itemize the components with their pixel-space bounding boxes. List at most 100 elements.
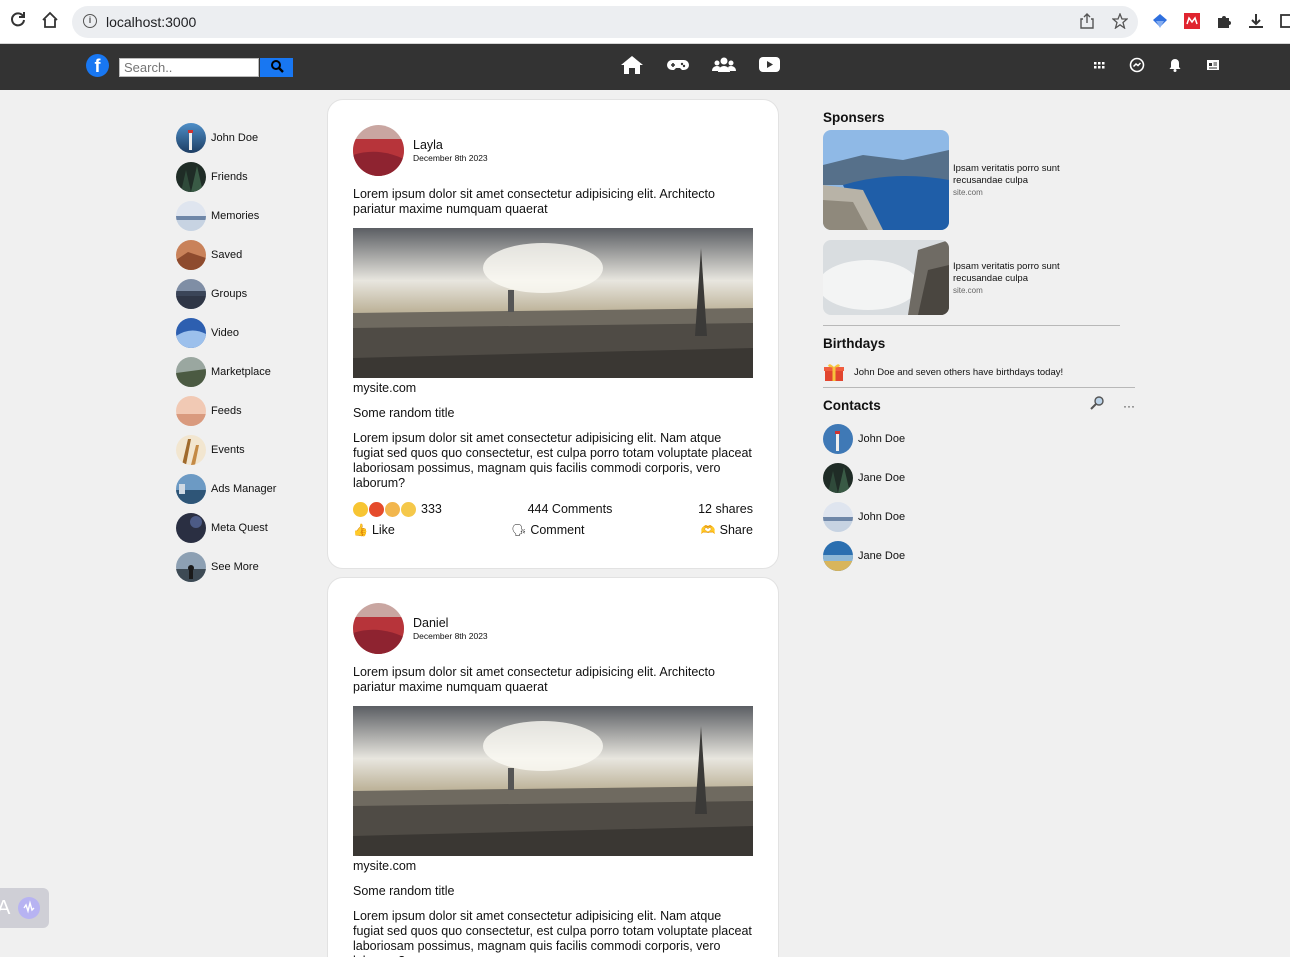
share-label: Share (719, 523, 753, 537)
post-card: Layla December 8th 2023 Lorem ipsum dolo… (327, 99, 779, 569)
top-navbar: f (0, 44, 1290, 90)
bookmark-star-icon[interactable] (1111, 12, 1129, 33)
browser-toolbar: i localhost:3000 (0, 0, 1290, 44)
floating-widget[interactable]: A (0, 888, 49, 928)
post-actions: 👍 Like 🗣 Comment 🫶 Share (353, 523, 753, 537)
friends-image (176, 161, 206, 192)
link-title[interactable]: Some random title (353, 406, 753, 420)
sponsor-site: site.com (953, 188, 983, 197)
events-image (176, 434, 206, 465)
shocked-emoji-icon (385, 501, 400, 517)
like-button[interactable]: 👍 Like (353, 523, 395, 537)
contact-item[interactable]: Jane Doe (823, 536, 1135, 575)
home-nav-icon[interactable] (620, 54, 646, 78)
search-button[interactable] (260, 58, 293, 77)
reload-icon[interactable] (8, 11, 28, 31)
contact-name: John Doe (858, 432, 906, 445)
contact-avatar (823, 501, 853, 532)
sidebar-item-memories[interactable]: Memories (176, 196, 316, 235)
sidebar-item-video[interactable]: Video (176, 313, 316, 352)
sidebar-item-events[interactable]: Events (176, 430, 316, 469)
menu-grid-icon[interactable] (1091, 57, 1109, 75)
site-info-icon[interactable]: i (83, 14, 97, 28)
contact-name: Jane Doe (858, 471, 906, 484)
home-icon[interactable] (40, 11, 60, 31)
sidebar-item-saved[interactable]: Saved (176, 235, 316, 274)
share-count[interactable]: 12 shares (698, 502, 753, 516)
saved-image (176, 239, 206, 270)
post-card: Daniel December 8th 2023 Lorem ipsum dol… (327, 577, 779, 957)
author-name[interactable]: Layla (413, 138, 488, 152)
sidepanel-icon[interactable] (1279, 12, 1290, 30)
birthday-row[interactable]: John Doe and seven others have birthdays… (823, 362, 1135, 382)
contact-item[interactable]: John Doe (823, 497, 1135, 536)
sidebar-item-ads-manager[interactable]: Ads Manager (176, 469, 316, 508)
contacts-title: Contacts (823, 398, 881, 413)
sponsor-item[interactable]: Ipsam veritatis porro sunt recusandae cu… (823, 240, 1135, 315)
marketplace-image (176, 356, 206, 387)
search-contacts-icon[interactable] (1089, 395, 1105, 416)
memories-image (176, 200, 206, 231)
sidebar-item-label: Marketplace (211, 365, 271, 378)
author-avatar[interactable] (353, 602, 404, 654)
messenger-icon[interactable] (1129, 57, 1147, 75)
post-header: Layla December 8th 2023 (353, 124, 753, 176)
extension-shield-icon[interactable] (1151, 12, 1169, 30)
account-card-icon[interactable] (1205, 57, 1223, 75)
share-button[interactable]: 🫶 Share (701, 523, 753, 537)
link-site[interactable]: mysite.com (353, 859, 753, 873)
post-image[interactable] (353, 228, 753, 378)
share-page-icon[interactable] (1080, 13, 1094, 33)
metaquest-image (176, 512, 206, 543)
gaming-nav-icon[interactable] (666, 54, 692, 78)
groups-nav-icon[interactable] (712, 54, 738, 78)
sidebar-item-label: See More (211, 560, 259, 573)
author-name[interactable]: Daniel (413, 616, 488, 630)
extension-red-icon[interactable] (1183, 12, 1201, 30)
sidebar-item-profile[interactable]: John Doe (176, 118, 316, 157)
post-image[interactable] (353, 706, 753, 856)
gift-icon (824, 364, 844, 381)
groups-image (176, 278, 206, 309)
sidebar-item-friends[interactable]: Friends (176, 157, 316, 196)
angry-emoji-icon (369, 501, 384, 517)
seemore-image (176, 551, 206, 582)
contact-avatar (823, 540, 853, 571)
sponsor-item[interactable]: Ipsam veritatis porro sunt recusandae cu… (823, 130, 1135, 230)
post-header: Daniel December 8th 2023 (353, 602, 753, 654)
search-input[interactable] (119, 58, 259, 77)
link-site[interactable]: mysite.com (353, 381, 753, 395)
link-title[interactable]: Some random title (353, 884, 753, 898)
sidebar-item-see-more[interactable]: See More (176, 547, 316, 586)
post-stats: 333 444 Comments 12 shares (353, 501, 753, 517)
sidebar-item-meta-quest[interactable]: Meta Quest (176, 508, 316, 547)
extensions-puzzle-icon[interactable] (1215, 12, 1233, 30)
notifications-bell-icon[interactable] (1167, 57, 1185, 75)
sponsor-text: Ipsam veritatis porro sunt recusandae cu… (953, 163, 1060, 186)
comment-count[interactable]: 444 Comments (528, 502, 613, 516)
contact-item[interactable]: Jane Doe (823, 458, 1135, 497)
post-text: Lorem ipsum dolor sit amet consectetur a… (353, 187, 715, 216)
sidebar-item-groups[interactable]: Groups (176, 274, 316, 313)
left-sidebar: John Doe Friends Memories Saved Groups V… (176, 118, 316, 586)
sidebar-item-label: Memories (211, 209, 260, 222)
contacts-options-icon[interactable]: ··· (1123, 399, 1135, 413)
facebook-logo[interactable]: f (86, 54, 109, 77)
sidebar-item-label: Meta Quest (211, 521, 268, 534)
download-icon[interactable] (1247, 12, 1265, 30)
reactions-summary[interactable]: 333 (353, 501, 442, 517)
video-image (176, 317, 206, 348)
video-nav-icon[interactable] (758, 54, 784, 78)
sidebar-item-label: Groups (211, 287, 248, 300)
contact-avatar (823, 462, 853, 493)
sidebar-item-marketplace[interactable]: Marketplace (176, 352, 316, 391)
link-description: Lorem ipsum dolor sit amet consectetur a… (353, 909, 752, 957)
contact-item[interactable]: John Doe (823, 419, 1135, 458)
author-avatar[interactable] (353, 124, 404, 176)
comment-button[interactable]: 🗣 Comment (511, 523, 584, 537)
sidebar-item-label: Friends (211, 170, 248, 183)
divider (823, 387, 1135, 388)
smile-emoji-icon (353, 501, 368, 517)
sidebar-item-feeds[interactable]: Feeds (176, 391, 316, 430)
address-bar[interactable]: i localhost:3000 (72, 6, 1138, 38)
